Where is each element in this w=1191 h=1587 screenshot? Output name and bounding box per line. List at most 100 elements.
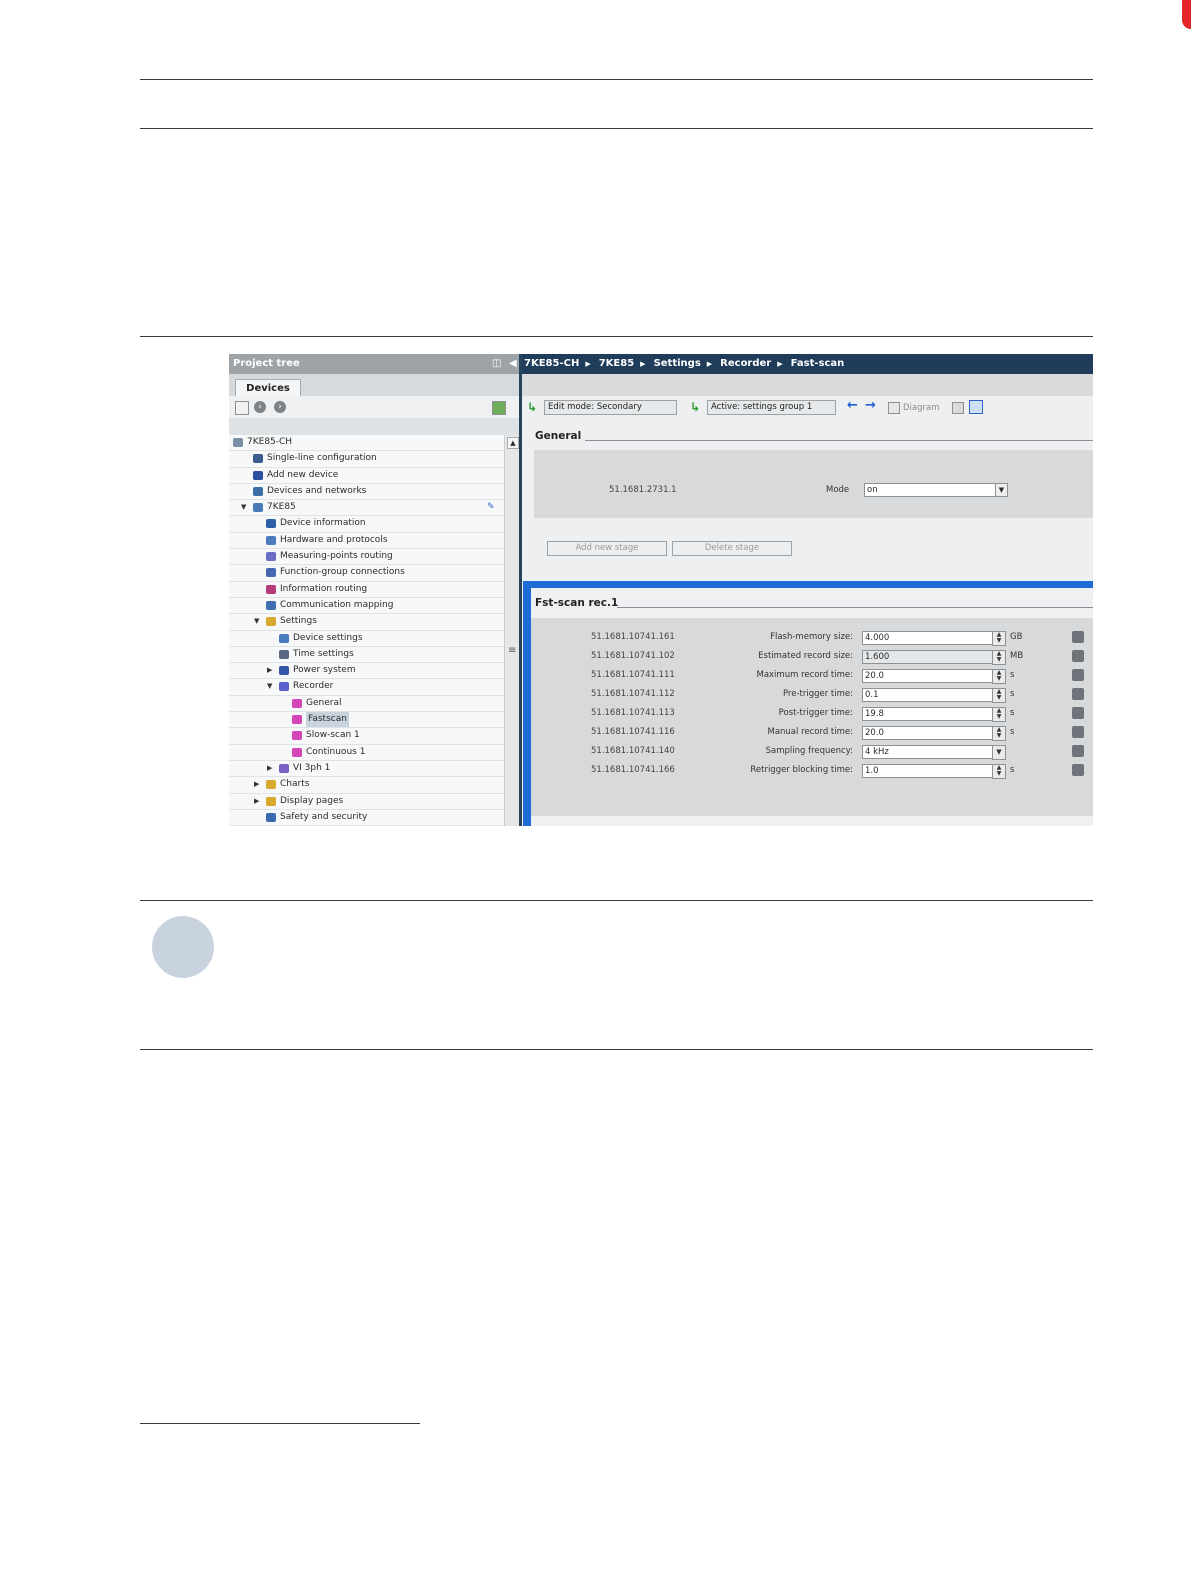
tree-row[interactable]: Hardware and protocols xyxy=(229,532,504,550)
tree-row[interactable]: Slow-scan 1 xyxy=(229,728,504,745)
screenshot: Project tree ◫ ◀ Devices ‹ › ▼7KE85-CHSi… xyxy=(229,354,1093,826)
device-view-icon[interactable] xyxy=(492,401,506,415)
tree-row[interactable]: Add new device xyxy=(229,467,504,484)
pin-icon[interactable]: ◫ xyxy=(492,354,501,374)
spinner-icon[interactable]: ▲ ▼ xyxy=(992,707,1006,722)
tree-row[interactable]: ▼ Recorder xyxy=(229,679,504,696)
dropdown-icon[interactable]: ▼ xyxy=(992,745,1006,760)
tab-devices[interactable]: Devices xyxy=(235,379,301,397)
spinner-icon[interactable]: ▲ ▼ xyxy=(992,631,1006,646)
stage-heading-line xyxy=(617,607,1093,608)
edit-parameter-icon[interactable] xyxy=(1072,764,1084,776)
new-item-icon[interactable] xyxy=(235,401,249,415)
footnote-rule xyxy=(140,1423,420,1424)
parameter-value-input[interactable]: 20.0 xyxy=(862,726,995,740)
tree-row-label: Communication mapping xyxy=(280,599,394,610)
display-icon xyxy=(266,796,276,806)
pencil-icon[interactable]: ✎ xyxy=(487,500,495,515)
forward-icon[interactable]: › xyxy=(274,401,286,413)
edit-parameter-icon[interactable] xyxy=(1072,669,1084,681)
collapsed-arrow-icon[interactable]: ▶ xyxy=(254,777,259,792)
tree-row[interactable]: Devices and networks xyxy=(229,483,504,501)
breadcrumb-item[interactable]: Settings xyxy=(654,358,701,369)
note-icon xyxy=(152,916,214,978)
scroll-up-icon[interactable]: ▲ xyxy=(507,437,519,449)
edit-mode-arrow-icon[interactable]: ↳ xyxy=(527,401,537,413)
tree-row[interactable]: Continuous 1 xyxy=(229,744,504,761)
tree-row[interactable]: ▶ Charts xyxy=(229,777,504,794)
general-param-id: 51.1681.2731.1 xyxy=(609,485,677,495)
arrow-left-icon[interactable]: ← xyxy=(847,399,858,412)
spinner-icon[interactable]: ▲ ▼ xyxy=(992,726,1006,741)
tree-row[interactable]: ▶ Display pages xyxy=(229,793,504,810)
breadcrumb-item[interactable]: Fast-scan xyxy=(791,358,845,369)
parameter-value-input[interactable]: 4 kHz xyxy=(862,745,995,759)
spinner-icon[interactable]: ▲ ▼ xyxy=(992,764,1006,779)
diagram-label[interactable]: Diagram xyxy=(903,402,940,414)
tree-scrollbar[interactable]: ▲ ≡ xyxy=(504,435,520,826)
edit-parameter-icon[interactable] xyxy=(1072,688,1084,700)
mode-dropdown-icon[interactable]: ▼ xyxy=(995,483,1008,497)
expanded-arrow-icon[interactable]: ▼ xyxy=(254,614,259,629)
active-group-arrow-icon[interactable]: ↳ xyxy=(690,401,700,413)
collapse-icon[interactable]: ◀ xyxy=(509,354,517,374)
tree-row[interactable]: Device information xyxy=(229,516,504,533)
parameter-value-input[interactable]: 0.1 xyxy=(862,688,995,702)
tree-row[interactable]: ▼7KE85-CH xyxy=(229,435,504,452)
tree-row[interactable]: Fastscan xyxy=(229,712,504,729)
tree-row[interactable]: General xyxy=(229,695,504,713)
parameter-value-input[interactable]: 4.000 xyxy=(862,631,995,645)
expanded-arrow-icon[interactable]: ▼ xyxy=(267,679,272,694)
spinner-icon[interactable]: ▲ ▼ xyxy=(992,669,1006,684)
tree-row[interactable]: Information routing xyxy=(229,581,504,598)
edit-parameter-icon[interactable] xyxy=(1072,707,1084,719)
active-group-field[interactable]: Active: settings group 1 xyxy=(707,400,836,415)
parameter-unit: MB xyxy=(1010,651,1024,661)
collapsed-arrow-icon[interactable]: ▶ xyxy=(254,794,259,809)
diagram-icon[interactable] xyxy=(888,402,900,414)
edit-parameter-icon[interactable] xyxy=(1072,745,1084,757)
breadcrumb-item[interactable]: Recorder xyxy=(720,358,771,369)
scroll-grip-icon[interactable]: ≡ xyxy=(508,645,516,656)
tree-row[interactable]: Communication mapping xyxy=(229,597,504,615)
arrow-right-icon[interactable]: → xyxy=(865,399,876,412)
tree-row[interactable]: Single-line configuration xyxy=(229,451,504,468)
tree-row[interactable]: ▶ Power system xyxy=(229,663,504,680)
collapsed-arrow-icon[interactable]: ▶ xyxy=(267,663,272,678)
spinner-icon[interactable]: ▲ ▼ xyxy=(992,650,1006,665)
expanded-arrow-icon[interactable]: ▼ xyxy=(241,500,246,515)
edit-mode-field[interactable]: Edit mode: Secondary xyxy=(544,400,677,415)
breadcrumb-item[interactable]: 7KE85-CH xyxy=(524,358,579,369)
edit-view-icon[interactable] xyxy=(952,402,964,414)
stage-icon xyxy=(292,731,302,741)
breadcrumb-item[interactable]: 7KE85 xyxy=(599,358,634,369)
parameter-value-input[interactable]: 1.0 xyxy=(862,764,995,778)
tree-row[interactable]: Device settings xyxy=(229,630,504,647)
list-view-icon[interactable] xyxy=(969,400,983,414)
edit-parameter-icon[interactable] xyxy=(1072,726,1084,738)
tree-row-label: VI 3ph 1 xyxy=(293,762,331,773)
stage-icon xyxy=(292,715,302,725)
collapsed-arrow-icon[interactable]: ▶ xyxy=(267,761,272,776)
tree-row-label: Add new device xyxy=(267,469,339,480)
spinner-icon[interactable]: ▲ ▼ xyxy=(992,688,1006,703)
tree-row[interactable]: Safety and security xyxy=(229,809,504,826)
mode-select[interactable]: on xyxy=(864,483,997,497)
tree-row[interactable]: ▼ Settings xyxy=(229,614,504,631)
tree-list: ▼7KE85-CHSingle-line configurationAdd ne… xyxy=(229,435,504,826)
edit-parameter-icon[interactable] xyxy=(1072,631,1084,643)
tree-row[interactable]: Function-group connections xyxy=(229,565,504,582)
delete-stage-button[interactable]: Delete stage xyxy=(672,541,792,556)
edit-parameter-icon[interactable] xyxy=(1072,650,1084,662)
parameter-value-input[interactable]: 19.8 xyxy=(862,707,995,721)
tree-row[interactable]: Time settings xyxy=(229,646,504,664)
tree-row[interactable]: ▼ 7KE85 ✎ xyxy=(229,500,504,517)
general-heading: General xyxy=(535,430,582,442)
parameter-value-input[interactable]: 1.600 xyxy=(862,650,995,664)
tree-row[interactable]: ▶ VI 3ph 1 xyxy=(229,760,504,778)
tree-row[interactable]: Measuring-points routing xyxy=(229,549,504,566)
parameter-value-input[interactable]: 20.0 xyxy=(862,669,995,683)
back-icon[interactable]: ‹ xyxy=(254,401,266,413)
add-new-stage-button[interactable]: Add new stage xyxy=(547,541,667,556)
parameter-id: 51.1681.10741.166 xyxy=(591,765,675,775)
